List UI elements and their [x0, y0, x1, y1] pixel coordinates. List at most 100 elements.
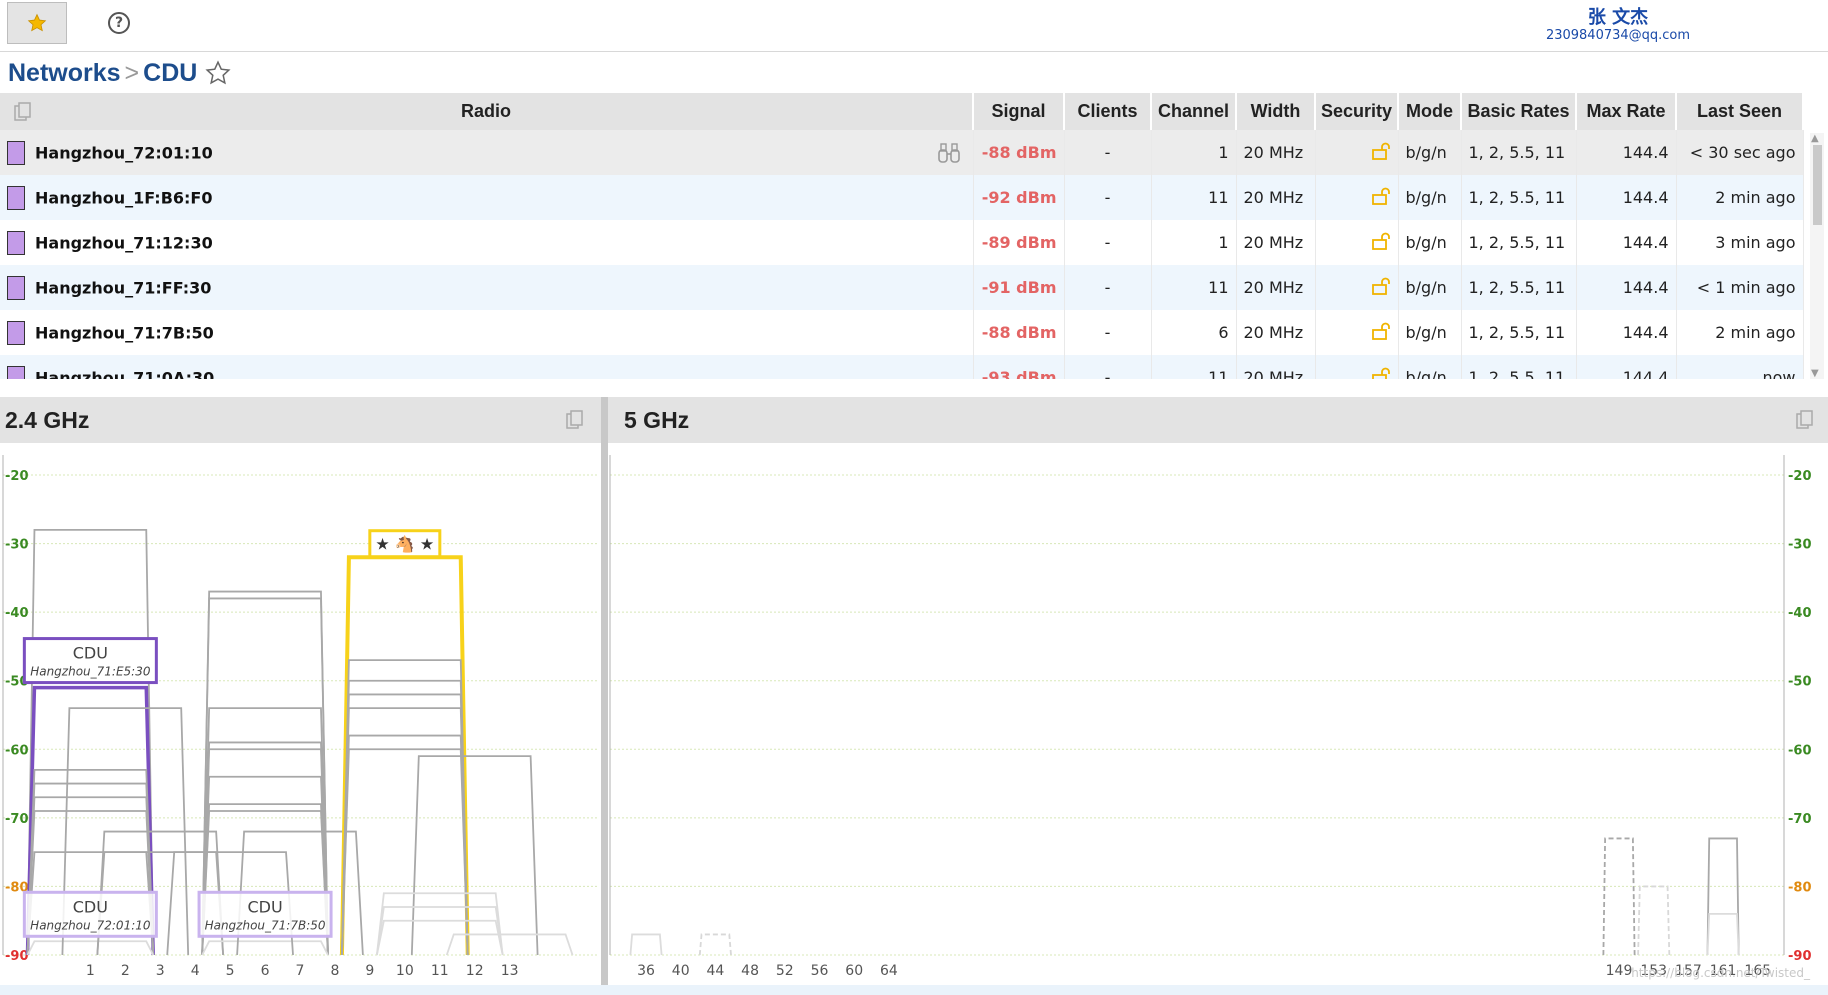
x-tick-label: 11	[431, 963, 449, 979]
color-swatch	[7, 140, 25, 165]
y-tick-label: -90	[5, 949, 29, 964]
network-trace	[375, 919, 504, 956]
column-mode[interactable]: Mode	[1398, 93, 1462, 130]
max-rate-cell: 144.4	[1576, 310, 1677, 355]
binoculars-icon[interactable]	[937, 142, 961, 164]
max-rate-cell: 144.4	[1576, 130, 1677, 175]
column-channel[interactable]: Channel	[1151, 93, 1237, 130]
table-row[interactable]: Hangzhou_71:FF:30 -91 dBm - 11 20 MHz b/…	[0, 265, 1804, 310]
width-cell: 20 MHz	[1236, 265, 1316, 310]
x-tick-label: 44	[706, 963, 724, 979]
column-max-rate[interactable]: Max Rate	[1576, 93, 1677, 130]
last-seen-cell: < 30 sec ago	[1676, 130, 1804, 175]
max-rate-cell: 144.4	[1576, 265, 1677, 310]
favorites-button[interactable]	[7, 2, 67, 44]
copy-icon[interactable]	[14, 102, 32, 122]
user-email[interactable]: 2309840734@qq.com	[1518, 28, 1718, 43]
x-tick-label: 1	[86, 963, 95, 979]
table-scrollbar[interactable]: ▲ ▼	[1810, 133, 1824, 379]
clients-cell: -	[1064, 310, 1152, 355]
favorite-star-icon[interactable]	[205, 60, 231, 86]
signal-cell: -89 dBm	[973, 220, 1065, 265]
basic-rates-cell: 1, 2, 5.5, 11	[1461, 130, 1577, 175]
x-tick-label: 149	[1606, 963, 1633, 979]
scroll-up-icon[interactable]: ▲	[1811, 133, 1819, 144]
x-tick-label: 5	[226, 963, 235, 979]
radio-cell: Hangzhou_71:12:30	[0, 220, 974, 265]
mode-cell: b/g/n	[1398, 310, 1462, 355]
callout-subtitle: Hangzhou_71:E5:30	[30, 665, 151, 679]
callout-title: CDU	[73, 897, 108, 916]
table-header: Radio Signal Clients Channel Width Secur…	[0, 93, 1804, 130]
x-tick-label: 10	[396, 963, 414, 979]
y-tick-label: -40	[1788, 606, 1812, 621]
column-basic-rates[interactable]: Basic Rates	[1461, 93, 1577, 130]
panel-header-2g: 2.4 GHz	[0, 397, 601, 443]
x-tick-label: 4	[191, 963, 200, 979]
breadcrumb-current: CDU	[143, 58, 198, 87]
column-width[interactable]: Width	[1236, 93, 1316, 130]
x-tick-label: 64	[880, 963, 898, 979]
table-row[interactable]: Hangzhou_72:01:10 -88 dBm - 1 20 MHz b/g…	[0, 130, 1804, 175]
table-row[interactable]: Hangzhou_71:12:30 -89 dBm - 1 20 MHz b/g…	[0, 220, 1804, 265]
basic-rates-cell: 1, 2, 5.5, 11	[1461, 175, 1577, 220]
network-trace	[201, 940, 329, 956]
radio-cell: Hangzhou_72:01:10	[0, 130, 974, 175]
clients-cell: -	[1064, 175, 1152, 220]
channel-cell: 11	[1151, 175, 1237, 220]
star-icon	[27, 13, 47, 32]
table-row[interactable]: Hangzhou_71:0A:30 -93 dBm - 11 20 MHz b/…	[0, 355, 1804, 379]
callout-title: CDU	[73, 644, 108, 663]
mode-cell: b/g/n	[1398, 355, 1462, 379]
user-name[interactable]: 张 文杰	[1518, 3, 1718, 29]
x-tick-label: 2	[121, 963, 130, 979]
width-cell: 20 MHz	[1236, 310, 1316, 355]
width-cell: 20 MHz	[1236, 355, 1316, 379]
x-tick-label: 8	[330, 963, 339, 979]
scrollbar-thumb[interactable]	[1813, 145, 1822, 225]
security-cell	[1315, 130, 1399, 175]
table-row[interactable]: Hangzhou_1F:B6:F0 -92 dBm - 11 20 MHz b/…	[0, 175, 1804, 220]
help-button[interactable]: ?	[108, 12, 130, 34]
column-signal[interactable]: Signal	[973, 93, 1065, 130]
signal-cell: -88 dBm	[973, 130, 1065, 175]
unlocked-icon	[1371, 187, 1390, 205]
last-seen-cell: 2 min ago	[1676, 310, 1804, 355]
clients-cell: -	[1064, 220, 1152, 265]
table-row[interactable]: Hangzhou_71:7B:50 -88 dBm - 6 20 MHz b/g…	[0, 310, 1804, 355]
column-clients[interactable]: Clients	[1064, 93, 1152, 130]
chart-5ghz[interactable]: -20 -30 -40 -50 -60 -70 -80 -90 36 40 44 48 52 56 60 64…	[608, 443, 1828, 985]
color-swatch	[7, 230, 25, 255]
network-trace	[375, 892, 504, 956]
column-last-seen[interactable]: Last Seen	[1676, 93, 1804, 130]
top-bar: ? 张 文杰 2309840734@qq.com	[0, 0, 1828, 52]
security-cell	[1315, 355, 1399, 379]
basic-rates-cell: 1, 2, 5.5, 11	[1461, 310, 1577, 355]
x-tick-label: 12	[466, 963, 484, 979]
callout-title: CDU	[247, 897, 282, 916]
basic-rates-cell: 1, 2, 5.5, 11	[1461, 265, 1577, 310]
callout-subtitle: Hangzhou_71:7B:50	[205, 918, 326, 932]
networks-table: Radio Signal Clients Channel Width Secur…	[0, 93, 1804, 379]
panel-divider[interactable]	[601, 397, 608, 987]
x-tick-label: 60	[845, 963, 863, 979]
copy-icon[interactable]	[566, 410, 584, 430]
scroll-down-icon[interactable]: ▼	[1811, 368, 1819, 379]
panel-header-5g: 5 GHz	[608, 397, 1828, 443]
radio-cell: Hangzhou_71:FF:30	[0, 265, 974, 310]
column-security[interactable]: Security	[1315, 93, 1399, 130]
last-seen-cell: now	[1676, 355, 1804, 379]
breadcrumb: Networks > CDU	[8, 55, 231, 91]
width-cell: 20 MHz	[1236, 130, 1316, 175]
width-cell: 20 MHz	[1236, 175, 1316, 220]
color-swatch	[7, 365, 25, 379]
chevron-right-icon: >	[124, 58, 140, 87]
help-icon: ?	[114, 15, 124, 31]
breadcrumb-networks[interactable]: Networks	[8, 59, 121, 88]
copy-icon[interactable]	[1796, 410, 1814, 430]
chart-2-4ghz[interactable]: -20-30-40-50-60-70-80-901 2 3 4 5 6 7 8 9 10 11 12 1…	[0, 443, 601, 985]
y-tick-label: -40	[5, 606, 29, 621]
column-radio[interactable]: Radio	[0, 93, 974, 130]
max-rate-cell: 144.4	[1576, 175, 1677, 220]
last-seen-cell: 3 min ago	[1676, 220, 1804, 265]
